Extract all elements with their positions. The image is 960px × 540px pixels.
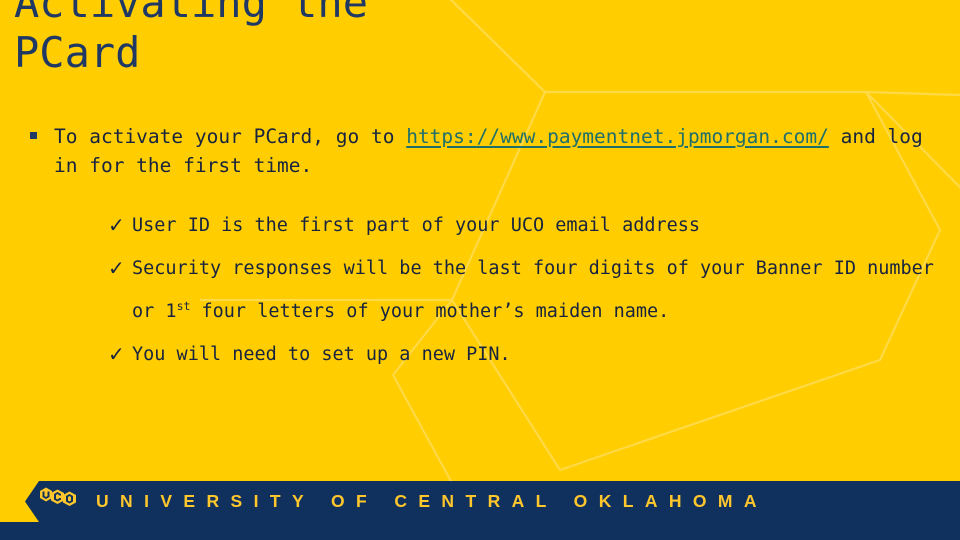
slide-body: To activate your PCard, go to https://ww… (24, 122, 944, 376)
list-item: ✓ You will need to set up a new PIN. (108, 333, 944, 376)
slide-canvas: Activating the PCard To activate your PC… (0, 0, 960, 540)
uco-hexagon-logo (40, 487, 76, 506)
paragraph-text-before-link: To activate your PCard, go to (54, 125, 407, 148)
list-item-label: You will need to set up a new PIN. (132, 344, 511, 365)
university-name-text: UNIVERSITY OF CENTRAL OKLAHOMA (96, 491, 768, 511)
footer-strip (0, 522, 960, 540)
footer-banner: UNIVERSITY OF CENTRAL OKLAHOMA (0, 480, 960, 540)
list-item: ✓ Security responses will be the last fo… (108, 247, 944, 333)
ordinal-suffix: st (176, 298, 191, 313)
paymentnet-link[interactable]: https://www.paymentnet.jpmorgan.com/ (406, 125, 829, 148)
list-item-label: User ID is the first part of your UCO em… (132, 215, 701, 236)
bullet-item-primary: To activate your PCard, go to https://ww… (24, 122, 944, 180)
check-bullet-icon: ✓ (108, 256, 125, 280)
square-bullet-icon (30, 132, 37, 139)
list-item: ✓ User ID is the first part of your UCO … (108, 204, 944, 247)
list-item-label-cont: four letters of your mother’s maiden nam… (190, 301, 670, 322)
sub-bullet-list: ✓ User ID is the first part of your UCO … (24, 204, 944, 376)
check-bullet-icon: ✓ (108, 342, 125, 366)
check-bullet-icon: ✓ (108, 213, 125, 237)
page-title: Activating the PCard (14, 0, 369, 77)
